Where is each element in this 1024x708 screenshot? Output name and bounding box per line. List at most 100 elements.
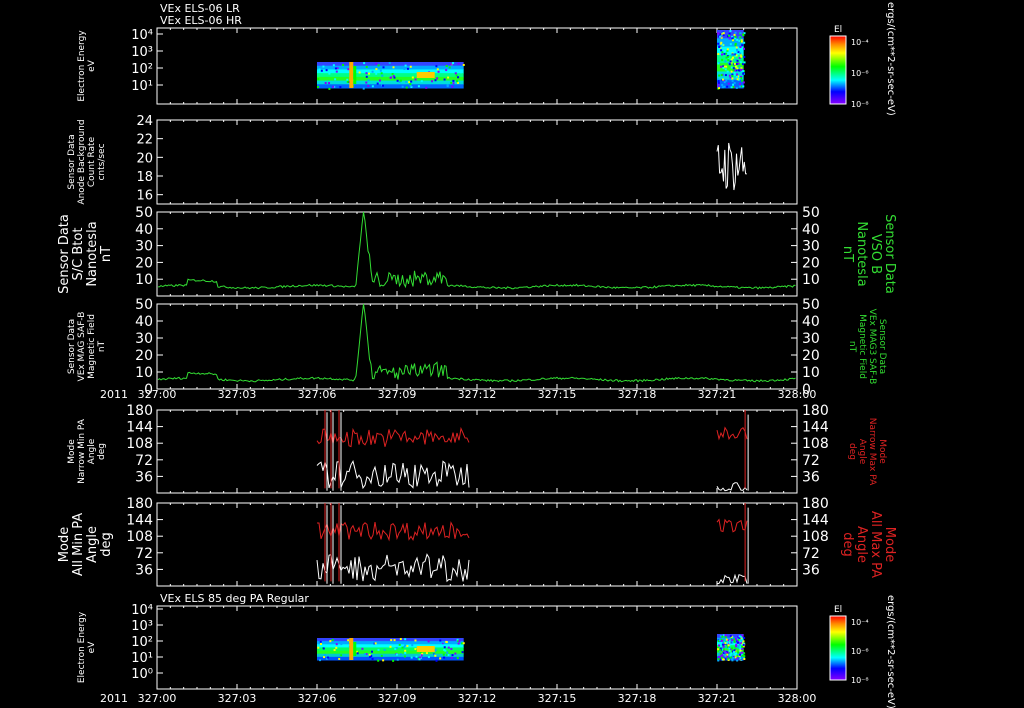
heatmap-pixel bbox=[728, 649, 731, 652]
heatmap-pixel bbox=[334, 78, 337, 81]
colorbar-tick-label: 10⁻⁸ bbox=[851, 676, 869, 685]
heatmap-pixel bbox=[392, 66, 395, 69]
heatmap-pixel bbox=[740, 40, 743, 43]
heatmap-pixel bbox=[736, 657, 739, 660]
panel-pa_all: 180 180144 144108 10872 7236 36Mode All Min PA… bbox=[57, 496, 897, 587]
heatmap-pixel bbox=[718, 655, 721, 658]
x-tick-label: 327:21 bbox=[698, 388, 737, 401]
heatmap-pixel bbox=[389, 645, 392, 648]
heatmap-pixel bbox=[726, 70, 729, 73]
min-pa-trace bbox=[716, 573, 748, 585]
heatmap-energy_85 bbox=[317, 634, 746, 662]
y-tick-label-right: 50 bbox=[802, 205, 820, 221]
heatmap-pixel bbox=[727, 58, 730, 61]
heatmap-pixel bbox=[742, 85, 745, 88]
colorbar-tick-label: 10⁻⁴ bbox=[851, 38, 869, 47]
colorbar-tick-label: 10⁻⁴ bbox=[851, 618, 869, 627]
min-pa-trace bbox=[716, 482, 748, 492]
heatmap-pixel bbox=[401, 646, 404, 649]
heatmap-pixel bbox=[734, 35, 737, 38]
heatmap-pixel bbox=[736, 59, 739, 62]
heatmap-pixel bbox=[410, 80, 413, 83]
heatmap-pixel bbox=[322, 647, 325, 650]
heatmap-pixel bbox=[371, 70, 374, 73]
y-tick-label: 180 bbox=[126, 496, 153, 512]
heatmap-pixel bbox=[377, 659, 380, 662]
panel-frame bbox=[156, 119, 798, 205]
heatmap-pixel bbox=[338, 657, 341, 660]
heatmap-pixel bbox=[739, 635, 742, 638]
heatmap-pixel bbox=[414, 78, 417, 81]
multi-panel-plot: VEx ELS-06 LR VEx ELS-06 HR VEx ELS 85 d… bbox=[57, 2, 897, 708]
heatmap-pixel bbox=[737, 651, 740, 654]
x-tick-label: 328:00 bbox=[778, 692, 817, 705]
heatmap-band bbox=[317, 653, 464, 658]
y-tick-label-right: 30 bbox=[802, 331, 820, 347]
panel-frame bbox=[156, 211, 798, 297]
heatmap-pixel bbox=[739, 61, 742, 64]
heatmap-pixel bbox=[739, 32, 742, 35]
left-axis-label: Sensor Data VEx MAG SAF-B Magnetic Field nT bbox=[67, 312, 107, 382]
colorbar bbox=[829, 615, 847, 681]
heatmap-pixel bbox=[325, 69, 328, 72]
heatmap-pixel bbox=[734, 31, 737, 34]
y-tick-label: 24 bbox=[136, 114, 153, 129]
heatmap-pixel bbox=[718, 87, 721, 90]
heatmap-pixel bbox=[347, 639, 350, 642]
heatmap-pixel bbox=[722, 32, 725, 35]
heatmap-pixel bbox=[721, 83, 724, 86]
y-tick-label: 10¹ bbox=[131, 651, 153, 666]
heatmap-pixel bbox=[369, 655, 372, 658]
heatmap-pixel bbox=[725, 651, 728, 654]
heatmap-pixel bbox=[388, 62, 391, 65]
heatmap-pixel bbox=[451, 654, 454, 657]
heatmap-pixel bbox=[436, 642, 439, 645]
heatmap-pixel bbox=[724, 60, 727, 63]
right-axis-label-line: nT bbox=[840, 246, 855, 262]
heatmap-pixel bbox=[743, 61, 746, 64]
heatmap-pixel bbox=[719, 649, 722, 652]
heatmap-pixel bbox=[374, 642, 377, 645]
y-tick-label-right: 50 bbox=[802, 297, 820, 313]
colorbar-title: El bbox=[834, 605, 842, 615]
heatmap-pixel bbox=[732, 656, 735, 659]
y-tick-label-right: 20 bbox=[802, 255, 820, 271]
heatmap-pixel bbox=[738, 643, 741, 646]
heatmap-pixel bbox=[732, 67, 735, 70]
panel-bmag_mag3: 50 5040 4030 3020 2010 100 0Sensor Data VEx MAG… bbox=[67, 297, 887, 398]
y-tick-label-right: 108 bbox=[802, 529, 829, 545]
heatmap-pixel bbox=[332, 64, 335, 67]
heatmap-pixel bbox=[403, 68, 406, 71]
heatmap-pixel bbox=[731, 658, 734, 661]
heatmap-pixel bbox=[410, 656, 413, 659]
heatmap-pixel bbox=[328, 82, 331, 85]
panel-frame bbox=[156, 303, 798, 390]
heatmap-pixel bbox=[395, 653, 398, 656]
y-tick-label: 144 bbox=[126, 420, 153, 436]
heatmap-pixel bbox=[370, 650, 373, 653]
right-axis-label-line: Mode bbox=[877, 439, 887, 464]
heatmap-feature bbox=[416, 646, 435, 652]
heatmap-pixel bbox=[425, 86, 428, 89]
colorbar bbox=[829, 35, 847, 105]
heatmap-pixel bbox=[450, 81, 453, 84]
heatmap-pixel bbox=[733, 653, 736, 656]
heatmap-pixel bbox=[365, 72, 368, 75]
heatmap-pixel bbox=[319, 659, 322, 662]
heatmap-pixel bbox=[728, 37, 731, 40]
heatmap-pixel bbox=[401, 85, 404, 88]
heatmap-pixel bbox=[725, 638, 728, 641]
heatmap-pixel bbox=[722, 652, 725, 655]
heatmap-pixel bbox=[340, 654, 343, 657]
heatmap-spike bbox=[349, 62, 354, 88]
y-tick-label: 16 bbox=[136, 189, 153, 204]
max-pa-trace bbox=[317, 521, 470, 542]
heatmap-pixel bbox=[335, 70, 338, 73]
heatmap-pixel bbox=[738, 85, 741, 88]
heatmap-pixel bbox=[732, 69, 735, 72]
y-tick-label: 30 bbox=[135, 331, 153, 347]
heatmap-pixel bbox=[732, 86, 735, 89]
background-count-trace bbox=[716, 142, 747, 191]
heatmap-pixel bbox=[731, 641, 734, 644]
heatmap-pixel bbox=[443, 656, 446, 659]
